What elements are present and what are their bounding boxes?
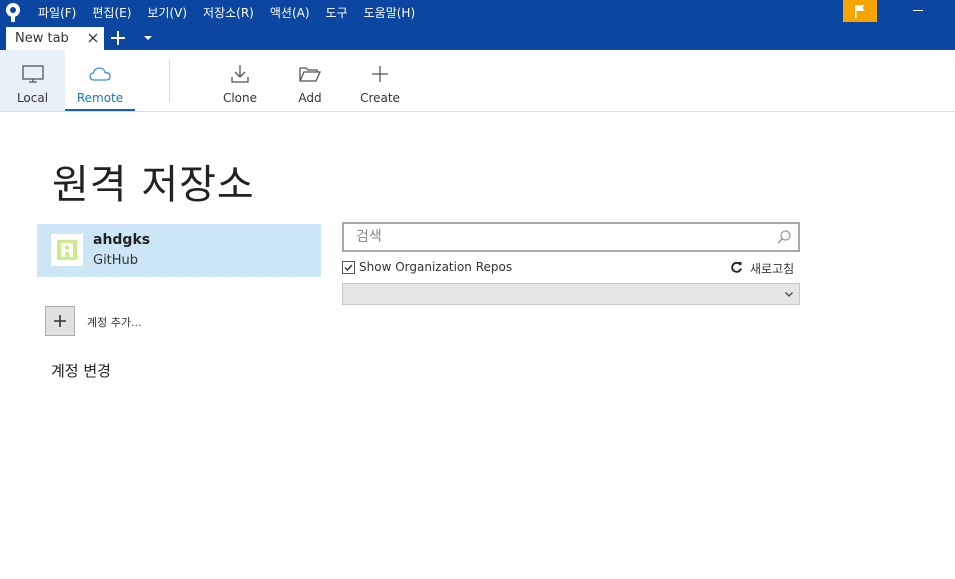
local-label: Local bbox=[16, 91, 49, 105]
plus-icon bbox=[372, 66, 388, 82]
menu-bar: 파일(F) 편집(E) 보기(V) 저장소(R) 액션(A) 도구 도움말(H) bbox=[30, 0, 423, 24]
tab-label: New tab bbox=[15, 31, 69, 46]
flag-button[interactable] bbox=[843, 0, 877, 22]
flag-icon bbox=[855, 5, 865, 18]
monitor-icon bbox=[21, 65, 44, 83]
title-bar: 파일(F) 편집(E) 보기(V) 저장소(R) 액션(A) 도구 도움말(H) bbox=[0, 0, 955, 24]
minimize-button[interactable] bbox=[913, 10, 923, 11]
refresh-icon[interactable] bbox=[730, 261, 743, 274]
toolbar: Local Remote Clone Add Create bbox=[0, 50, 955, 112]
add-label: Add bbox=[298, 91, 322, 105]
tab-dropdown-icon[interactable] bbox=[144, 36, 152, 40]
remote-button[interactable]: Remote bbox=[65, 50, 135, 111]
app-logo-icon bbox=[6, 3, 20, 22]
avatar bbox=[51, 234, 83, 266]
toolbar-divider bbox=[169, 60, 170, 102]
account-service: GitHub bbox=[93, 253, 139, 268]
create-button[interactable]: Create bbox=[345, 50, 415, 111]
tab-bar: New tab bbox=[0, 24, 955, 50]
search-input[interactable] bbox=[344, 224, 776, 250]
clone-button[interactable]: Clone bbox=[205, 50, 275, 111]
show-org-repos-checkbox[interactable] bbox=[342, 261, 355, 274]
cloud-icon bbox=[89, 67, 111, 81]
repo-filter-dropdown[interactable] bbox=[342, 283, 800, 305]
close-tab-icon[interactable] bbox=[86, 31, 100, 45]
add-button[interactable]: Add bbox=[275, 50, 345, 111]
menu-edit[interactable]: 편집(E) bbox=[92, 4, 131, 21]
refresh-label[interactable]: 새로고침 bbox=[750, 260, 794, 277]
menu-file[interactable]: 파일(F) bbox=[38, 4, 76, 21]
menu-view[interactable]: 보기(V) bbox=[147, 4, 187, 21]
menu-actions[interactable]: 액션(A) bbox=[270, 4, 310, 21]
remote-label: Remote bbox=[76, 91, 124, 105]
add-account-label[interactable]: 계정 추가... bbox=[87, 314, 141, 330]
plus-icon bbox=[54, 315, 66, 327]
new-tab-icon[interactable] bbox=[110, 30, 126, 46]
menu-tools[interactable]: 도구 bbox=[326, 4, 348, 21]
checkmark-icon bbox=[344, 264, 353, 272]
account-name: ahdgks bbox=[93, 232, 151, 248]
account-item[interactable]: ahdgks GitHub bbox=[37, 224, 321, 277]
change-account-label: 계정 변경 bbox=[51, 362, 111, 380]
search-icon bbox=[777, 230, 791, 244]
folder-open-icon bbox=[299, 67, 322, 82]
local-button[interactable]: Local bbox=[0, 50, 65, 111]
create-label: Create bbox=[360, 91, 400, 105]
identicon-icon bbox=[57, 240, 77, 260]
page-title: 원격 저장소 bbox=[52, 162, 255, 208]
add-account-button[interactable] bbox=[45, 306, 75, 336]
chevron-down-icon bbox=[785, 292, 793, 297]
show-org-repos-label[interactable]: Show Organization Repos bbox=[359, 260, 512, 274]
clone-label: Clone bbox=[222, 91, 258, 105]
menu-help[interactable]: 도움말(H) bbox=[364, 4, 416, 21]
search-box bbox=[342, 222, 800, 252]
tab-new-tab[interactable]: New tab bbox=[6, 27, 104, 50]
menu-repository[interactable]: 저장소(R) bbox=[203, 4, 254, 21]
download-icon bbox=[231, 65, 249, 83]
